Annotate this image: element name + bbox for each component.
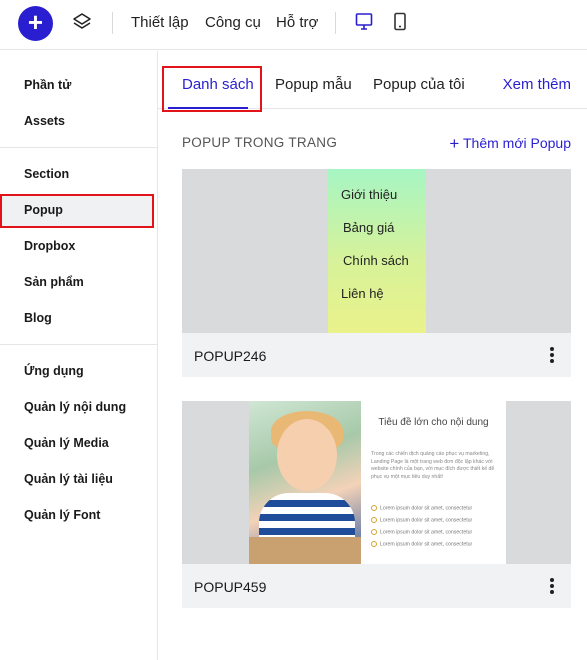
menu-popup-preview: Giới thiệu Bảng giá Chính sách Liên hệ — [328, 169, 426, 333]
preview-bullet: Lorem ipsum dolor sit amet, consectetur — [371, 517, 472, 523]
see-more-link[interactable]: Xem thêm — [503, 76, 571, 93]
sidebar-item-assets[interactable]: Assets — [24, 114, 65, 128]
popup-preview[interactable]: Giới thiệu Bảng giá Chính sách Liên hệ — [182, 169, 571, 333]
sidebar: Phần tử Assets Section Popup Dropbox Sản… — [0, 51, 158, 660]
add-popup-button[interactable]: + Thêm mới Popup — [449, 134, 571, 154]
sidebar-item-dropbox[interactable]: Dropbox — [24, 239, 75, 253]
menu-help[interactable]: Hỗ trợ — [276, 14, 318, 31]
preview-menu-item: Chính sách — [343, 253, 409, 268]
preview-bullet: Lorem ipsum dolor sit amet, consectetur — [371, 529, 472, 535]
popup-card[interactable]: Giới thiệu Bảng giá Chính sách Liên hệ P… — [182, 169, 571, 377]
mobile-view-icon[interactable] — [393, 12, 407, 32]
popup-card[interactable]: Tiêu đề lớn cho nội dung Trong các chiến… — [182, 401, 571, 608]
sidebar-divider — [0, 344, 157, 345]
preview-bullet: Lorem ipsum dolor sit amet, consectetur — [371, 505, 472, 511]
preview-menu-item: Liên hệ — [341, 286, 384, 301]
sidebar-item-elements[interactable]: Phần tử — [24, 78, 71, 92]
desktop-view-icon[interactable] — [355, 12, 373, 32]
child-photo — [249, 401, 361, 564]
tab-my-popups[interactable]: Popup của tôi — [373, 76, 465, 93]
sidebar-item-apps[interactable]: Ứng dụng — [24, 364, 84, 378]
sidebar-item-blog[interactable]: Blog — [24, 311, 52, 325]
preview-menu-item: Giới thiệu — [341, 187, 398, 202]
popup-name: POPUP246 — [194, 348, 267, 364]
popup-preview[interactable]: Tiêu đề lớn cho nội dung Trong các chiến… — [182, 401, 571, 564]
preview-body: Trong các chiến dịch quảng cáo phục vụ m… — [371, 451, 495, 480]
sidebar-item-section[interactable]: Section — [24, 167, 69, 181]
active-tab-highlight — [162, 66, 262, 112]
menu-settings[interactable]: Thiết lập — [131, 14, 189, 31]
popup-preview-content: Tiêu đề lớn cho nội dung Trong các chiến… — [361, 401, 506, 564]
sidebar-item-content-manager[interactable]: Quản lý nội dung — [24, 400, 126, 414]
sidebar-divider — [0, 147, 157, 148]
preview-title: Tiêu đề lớn cho nội dung — [378, 417, 489, 428]
layers-icon[interactable] — [72, 12, 92, 32]
toolbar-divider — [335, 12, 336, 34]
popup-card-footer: POPUP459 — [182, 564, 571, 608]
sidebar-item-media-manager[interactable]: Quản lý Media — [24, 436, 109, 450]
toolbar-divider — [112, 12, 113, 34]
sidebar-item-popup[interactable]: Popup — [24, 203, 63, 217]
sidebar-item-products[interactable]: Sản phẩm — [24, 275, 84, 289]
tab-popup-templates[interactable]: Popup mẫu — [275, 76, 352, 93]
more-options-icon[interactable] — [549, 578, 555, 596]
more-options-icon[interactable] — [549, 347, 555, 365]
preview-menu-item: Bảng giá — [343, 220, 395, 235]
add-element-button[interactable]: + — [18, 6, 53, 41]
add-popup-label: Thêm mới Popup — [462, 135, 571, 151]
popup-card-footer: POPUP246 — [182, 333, 571, 377]
section-title: POPUP TRONG TRANG — [182, 135, 338, 150]
plus-icon: + — [449, 134, 460, 153]
sidebar-item-font-manager[interactable]: Quản lý Font — [24, 508, 100, 522]
popup-name: POPUP459 — [194, 579, 267, 595]
menu-tools[interactable]: Công cụ — [205, 14, 261, 31]
top-toolbar: + Thiết lập Công cụ Hỗ trợ — [0, 0, 587, 50]
sidebar-item-document-manager[interactable]: Quản lý tài liệu — [24, 472, 113, 486]
preview-bullet: Lorem ipsum dolor sit amet, consectetur — [371, 541, 472, 547]
